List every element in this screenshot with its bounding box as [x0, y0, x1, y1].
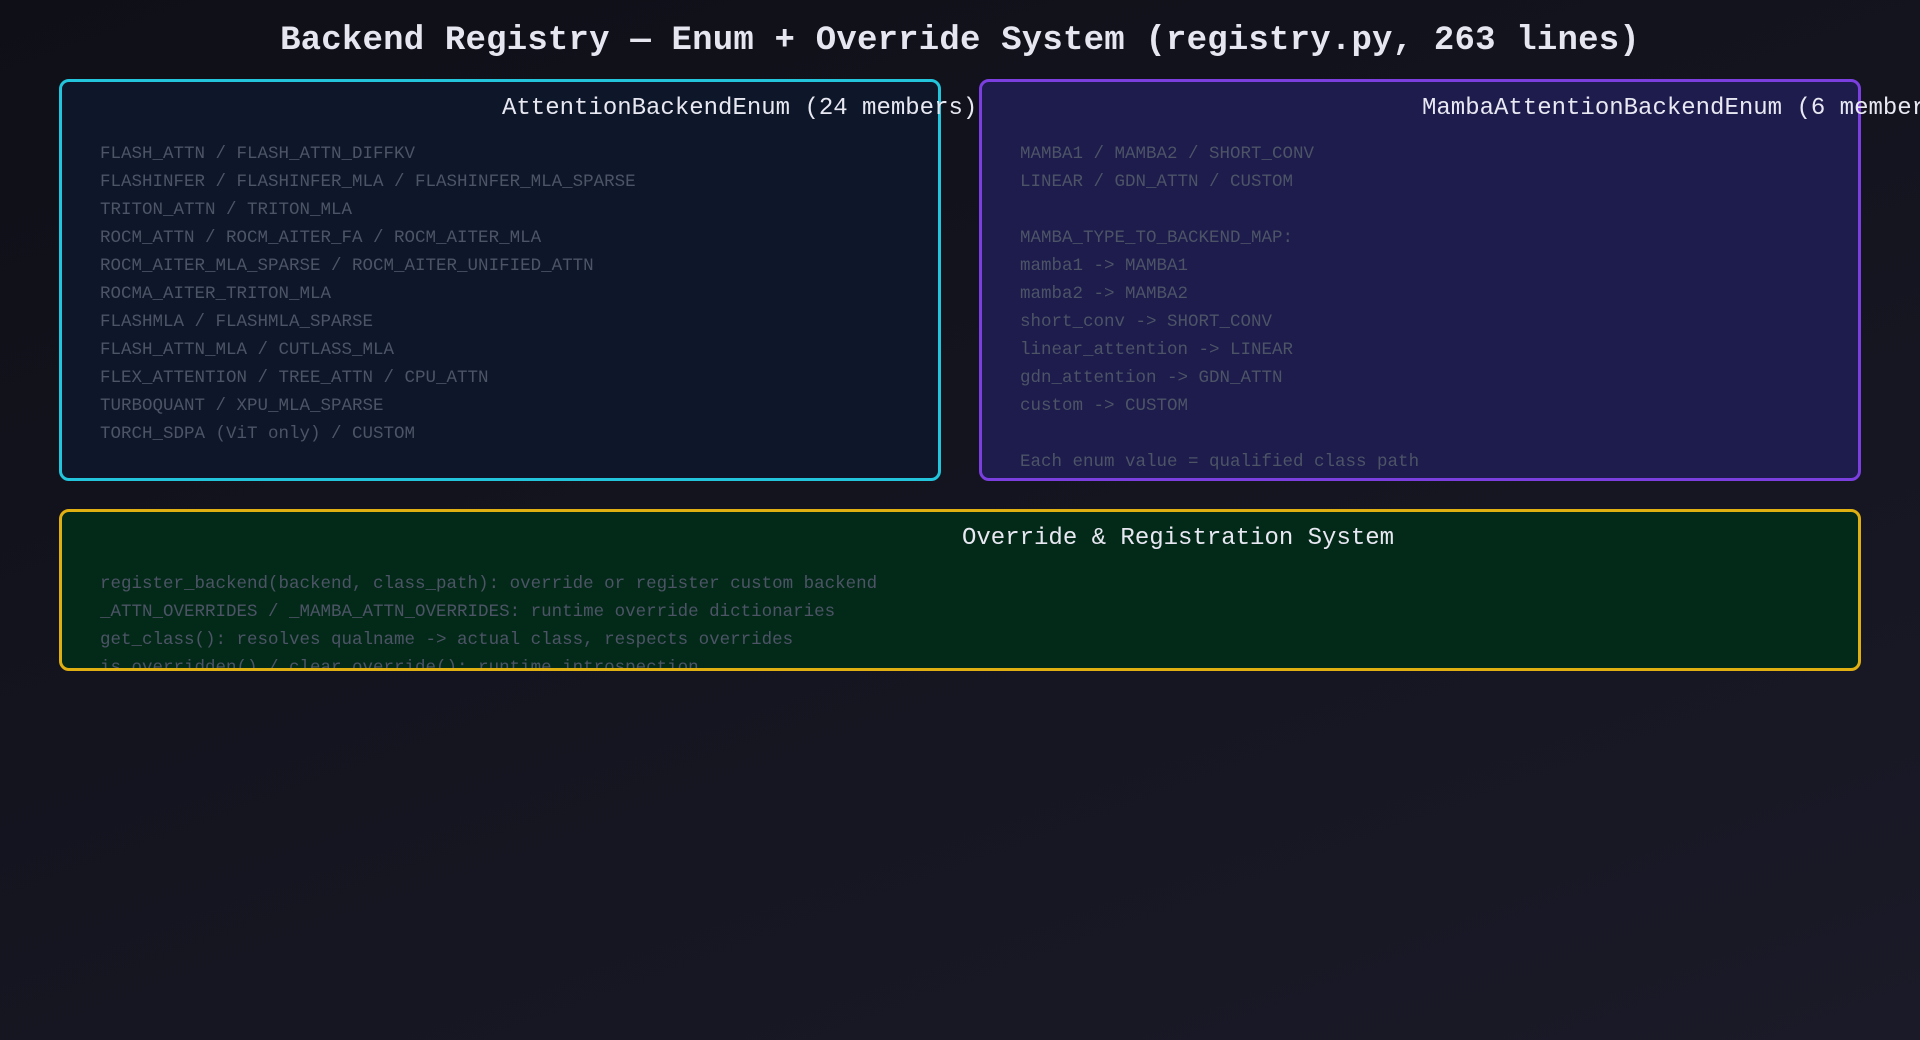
attention-member-line: ROCM_ATTN / ROCM_AITER_FA / ROCM_AITER_M…	[100, 228, 542, 248]
attention-backend-members-list: FLASH_ATTN / FLASH_ATTN_DIFFKV FLASHINFE…	[100, 140, 636, 448]
attention-member-line: FLASHINFER / FLASHINFER_MLA / FLASHINFER…	[100, 172, 636, 192]
mamba-attention-backend-enum-heading: MambaAttentionBackendEnum (6 members)	[1422, 95, 1920, 122]
mamba-member-line: gdn_attention -> GDN_ATTN	[1020, 368, 1283, 388]
mamba-member-line: Each enum value = qualified class path	[1020, 452, 1420, 472]
mamba-member-line: MAMBA1 / MAMBA2 / SHORT_CONV	[1020, 144, 1315, 164]
attention-member-line: FLASH_ATTN_MLA / CUTLASS_MLA	[100, 340, 395, 360]
attention-member-line: FLEX_ATTENTION / TREE_ATTN / CPU_ATTN	[100, 368, 489, 388]
attention-member-line: TURBOQUANT / XPU_MLA_SPARSE	[100, 396, 384, 416]
mamba-member-line: short_conv -> SHORT_CONV	[1020, 312, 1273, 332]
override-line: _ATTN_OVERRIDES / _MAMBA_ATTN_OVERRIDES:…	[100, 602, 836, 622]
attention-member-line: TRITON_ATTN / TRITON_MLA	[100, 200, 353, 220]
mamba-member-line: mamba1 -> MAMBA1	[1020, 256, 1189, 276]
override-line: register_backend(backend, class_path): o…	[100, 574, 878, 594]
attention-backend-enum-box: AttentionBackendEnum (24 members) FLASH_…	[59, 79, 977, 481]
mamba-member-line	[1020, 420, 1419, 448]
mamba-member-line: mamba2 -> MAMBA2	[1020, 284, 1189, 304]
override-function-list: register_backend(backend, class_path): o…	[100, 570, 878, 671]
mamba-member-line: custom -> CUSTOM	[1020, 396, 1189, 416]
attention-member-line: ROCM_AITER_MLA_SPARSE / ROCM_AITER_UNIFI…	[100, 256, 594, 276]
attention-member-line: ROCMA_AITER_TRITON_MLA	[100, 284, 332, 304]
mamba-member-line	[1020, 196, 1419, 224]
diagram-title: Backend Registry — Enum + Override Syste…	[280, 22, 1640, 60]
override-line: is_overridden() / clear_override(): runt…	[100, 658, 699, 671]
mamba-member-line: LINEAR / GDN_ATTN / CUSTOM	[1020, 172, 1294, 192]
attention-member-line: TORCH_SDPA (ViT only) / CUSTOM	[100, 424, 416, 444]
override-registration-heading: Override & Registration System	[962, 525, 1395, 552]
mamba-attention-backend-enum-box: MambaAttentionBackendEnum (6 members) MA…	[979, 79, 1920, 481]
attention-backend-enum-heading: AttentionBackendEnum (24 members)	[502, 95, 978, 122]
mamba-backend-members-list: MAMBA1 / MAMBA2 / SHORT_CONV LINEAR / GD…	[1020, 140, 1419, 476]
override-registration-box: Override & Registration System register_…	[59, 509, 1861, 671]
mamba-member-line: MAMBA_TYPE_TO_BACKEND_MAP:	[1020, 228, 1294, 248]
attention-member-line: FLASHMLA / FLASHMLA_SPARSE	[100, 312, 374, 332]
override-line: get_class(): resolves qualname -> actual…	[100, 630, 794, 650]
mamba-member-line: linear_attention -> LINEAR	[1020, 340, 1294, 360]
attention-member-line: FLASH_ATTN / FLASH_ATTN_DIFFKV	[100, 144, 416, 164]
